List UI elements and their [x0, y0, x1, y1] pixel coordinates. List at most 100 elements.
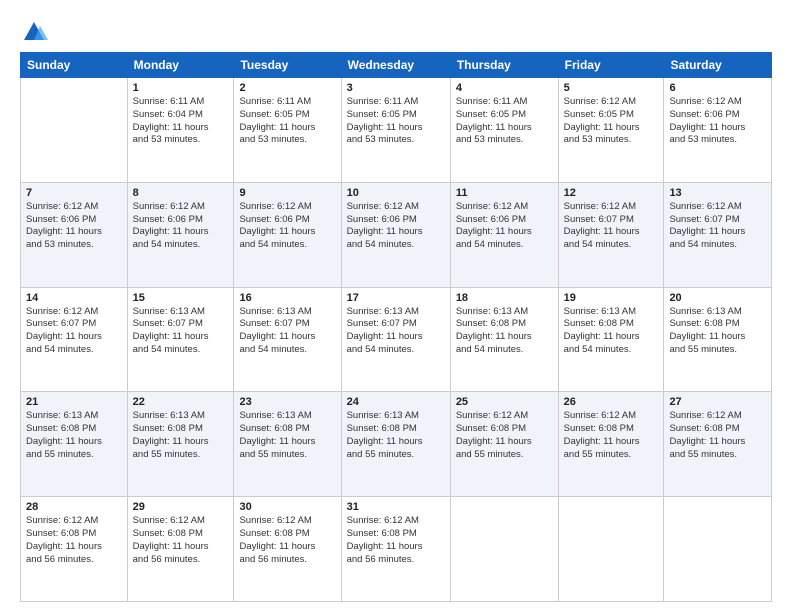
calendar-cell: 30 Sunrise: 6:12 AMSunset: 6:08 PMDayligh… [234, 497, 341, 602]
calendar-cell: 26 Sunrise: 6:12 AMSunset: 6:08 PMDayligh… [558, 392, 664, 497]
day-number: 25 [456, 396, 553, 408]
day-number: 24 [347, 396, 445, 408]
day-number: 21 [26, 396, 122, 408]
calendar-cell [558, 497, 664, 602]
day-number: 20 [669, 292, 766, 304]
calendar-cell: 29 Sunrise: 6:12 AMSunset: 6:08 PMDayligh… [127, 497, 234, 602]
calendar-cell: 25 Sunrise: 6:12 AMSunset: 6:08 PMDayligh… [450, 392, 558, 497]
day-info: Sunrise: 6:12 AMSunset: 6:06 PMDaylight:… [456, 201, 553, 252]
calendar-cell: 3 Sunrise: 6:11 AMSunset: 6:05 PMDaylight… [341, 78, 450, 183]
day-info: Sunrise: 6:13 AMSunset: 6:08 PMDaylight:… [26, 410, 122, 461]
calendar-cell: 21 Sunrise: 6:13 AMSunset: 6:08 PMDayligh… [21, 392, 128, 497]
calendar-cell: 28 Sunrise: 6:12 AMSunset: 6:08 PMDayligh… [21, 497, 128, 602]
day-number: 22 [133, 396, 229, 408]
day-info: Sunrise: 6:12 AMSunset: 6:08 PMDaylight:… [26, 515, 122, 566]
calendar-cell: 23Sunrise: 6:13 AMSunset: 6:08 PMDayligh… [234, 392, 341, 497]
day-info: Sunrise: 6:11 AMSunset: 6:05 PMDaylight:… [456, 96, 553, 147]
day-number: 13 [669, 187, 766, 199]
calendar-cell: 6 Sunrise: 6:12 AMSunset: 6:06 PMDaylight… [664, 78, 772, 183]
day-number: 16 [239, 292, 335, 304]
day-number: 1 [133, 82, 229, 94]
day-info: Sunrise: 6:12 AMSunset: 6:06 PMDaylight:… [26, 201, 122, 252]
calendar-cell: 16Sunrise: 6:13 AMSunset: 6:07 PMDayligh… [234, 287, 341, 392]
day-info: Sunrise: 6:13 AMSunset: 6:07 PMDaylight:… [133, 306, 229, 357]
calendar-week-row: 21 Sunrise: 6:13 AMSunset: 6:08 PMDayligh… [21, 392, 772, 497]
day-number: 4 [456, 82, 553, 94]
day-number: 28 [26, 501, 122, 513]
day-number: 8 [133, 187, 229, 199]
header [20, 18, 772, 46]
day-number: 10 [347, 187, 445, 199]
day-info: Sunrise: 6:13 AMSunset: 6:08 PMDaylight:… [564, 306, 659, 357]
calendar-cell: 1 Sunrise: 6:11 AMSunset: 6:04 PMDaylight… [127, 78, 234, 183]
calendar-cell: 11 Sunrise: 6:12 AMSunset: 6:06 PMDayligh… [450, 182, 558, 287]
day-info: Sunrise: 6:13 AMSunset: 6:08 PMDaylight:… [239, 410, 335, 461]
day-info: Sunrise: 6:12 AMSunset: 6:08 PMDaylight:… [239, 515, 335, 566]
calendar-cell: 10 Sunrise: 6:12 AMSunset: 6:06 PMDayligh… [341, 182, 450, 287]
calendar-cell: 8 Sunrise: 6:12 AMSunset: 6:06 PMDaylight… [127, 182, 234, 287]
day-number: 17 [347, 292, 445, 304]
calendar-cell: 31 Sunrise: 6:12 AMSunset: 6:08 PMDayligh… [341, 497, 450, 602]
logo [20, 18, 52, 46]
calendar-cell: 17 Sunrise: 6:13 AMSunset: 6:07 PMDayligh… [341, 287, 450, 392]
calendar-week-row: 7Sunrise: 6:12 AMSunset: 6:06 PMDaylight… [21, 182, 772, 287]
calendar-cell: 5Sunrise: 6:12 AMSunset: 6:05 PMDaylight… [558, 78, 664, 183]
day-number: 15 [133, 292, 229, 304]
day-info: Sunrise: 6:12 AMSunset: 6:06 PMDaylight:… [669, 96, 766, 147]
day-info: Sunrise: 6:13 AMSunset: 6:07 PMDaylight:… [347, 306, 445, 357]
day-number: 12 [564, 187, 659, 199]
calendar-table: SundayMondayTuesdayWednesdayThursdayFrid… [20, 52, 772, 602]
day-info: Sunrise: 6:12 AMSunset: 6:06 PMDaylight:… [133, 201, 229, 252]
calendar-cell: 7Sunrise: 6:12 AMSunset: 6:06 PMDaylight… [21, 182, 128, 287]
day-number: 3 [347, 82, 445, 94]
calendar-cell: 4 Sunrise: 6:11 AMSunset: 6:05 PMDaylight… [450, 78, 558, 183]
day-info: Sunrise: 6:12 AMSunset: 6:07 PMDaylight:… [669, 201, 766, 252]
day-info: Sunrise: 6:12 AMSunset: 6:08 PMDaylight:… [347, 515, 445, 566]
calendar-cell: 20Sunrise: 6:13 AMSunset: 6:08 PMDayligh… [664, 287, 772, 392]
day-info: Sunrise: 6:13 AMSunset: 6:08 PMDaylight:… [456, 306, 553, 357]
day-info: Sunrise: 6:12 AMSunset: 6:08 PMDaylight:… [456, 410, 553, 461]
day-number: 29 [133, 501, 229, 513]
day-number: 11 [456, 187, 553, 199]
calendar-cell [21, 78, 128, 183]
day-number: 26 [564, 396, 659, 408]
day-number: 30 [239, 501, 335, 513]
calendar-header-monday: Monday [127, 53, 234, 78]
day-info: Sunrise: 6:12 AMSunset: 6:07 PMDaylight:… [26, 306, 122, 357]
calendar-header-wednesday: Wednesday [341, 53, 450, 78]
calendar-cell: 13 Sunrise: 6:12 AMSunset: 6:07 PMDayligh… [664, 182, 772, 287]
day-info: Sunrise: 6:12 AMSunset: 6:07 PMDaylight:… [564, 201, 659, 252]
day-number: 31 [347, 501, 445, 513]
calendar-header-saturday: Saturday [664, 53, 772, 78]
calendar-header-row: SundayMondayTuesdayWednesdayThursdayFrid… [21, 53, 772, 78]
day-info: Sunrise: 6:11 AMSunset: 6:04 PMDaylight:… [133, 96, 229, 147]
calendar-header-sunday: Sunday [21, 53, 128, 78]
day-info: Sunrise: 6:12 AMSunset: 6:08 PMDaylight:… [564, 410, 659, 461]
page: SundayMondayTuesdayWednesdayThursdayFrid… [0, 0, 792, 612]
calendar-header-thursday: Thursday [450, 53, 558, 78]
day-number: 19 [564, 292, 659, 304]
day-info: Sunrise: 6:12 AMSunset: 6:05 PMDaylight:… [564, 96, 659, 147]
day-number: 2 [239, 82, 335, 94]
calendar-cell: 9 Sunrise: 6:12 AMSunset: 6:06 PMDaylight… [234, 182, 341, 287]
calendar-cell: 12 Sunrise: 6:12 AMSunset: 6:07 PMDayligh… [558, 182, 664, 287]
calendar-week-row: 28 Sunrise: 6:12 AMSunset: 6:08 PMDayligh… [21, 497, 772, 602]
calendar-cell: 15 Sunrise: 6:13 AMSunset: 6:07 PMDayligh… [127, 287, 234, 392]
day-number: 18 [456, 292, 553, 304]
day-info: Sunrise: 6:13 AMSunset: 6:08 PMDaylight:… [347, 410, 445, 461]
day-number: 9 [239, 187, 335, 199]
day-info: Sunrise: 6:11 AMSunset: 6:05 PMDaylight:… [347, 96, 445, 147]
day-number: 14 [26, 292, 122, 304]
day-info: Sunrise: 6:12 AMSunset: 6:08 PMDaylight:… [669, 410, 766, 461]
day-info: Sunrise: 6:13 AMSunset: 6:08 PMDaylight:… [133, 410, 229, 461]
day-info: Sunrise: 6:12 AMSunset: 6:06 PMDaylight:… [239, 201, 335, 252]
day-info: Sunrise: 6:12 AMSunset: 6:06 PMDaylight:… [347, 201, 445, 252]
calendar-cell: 19 Sunrise: 6:13 AMSunset: 6:08 PMDayligh… [558, 287, 664, 392]
day-number: 6 [669, 82, 766, 94]
calendar-cell: 18 Sunrise: 6:13 AMSunset: 6:08 PMDayligh… [450, 287, 558, 392]
calendar-cell: 22 Sunrise: 6:13 AMSunset: 6:08 PMDayligh… [127, 392, 234, 497]
calendar-header-tuesday: Tuesday [234, 53, 341, 78]
calendar-week-row: 1 Sunrise: 6:11 AMSunset: 6:04 PMDaylight… [21, 78, 772, 183]
calendar-cell [664, 497, 772, 602]
day-info: Sunrise: 6:12 AMSunset: 6:08 PMDaylight:… [133, 515, 229, 566]
